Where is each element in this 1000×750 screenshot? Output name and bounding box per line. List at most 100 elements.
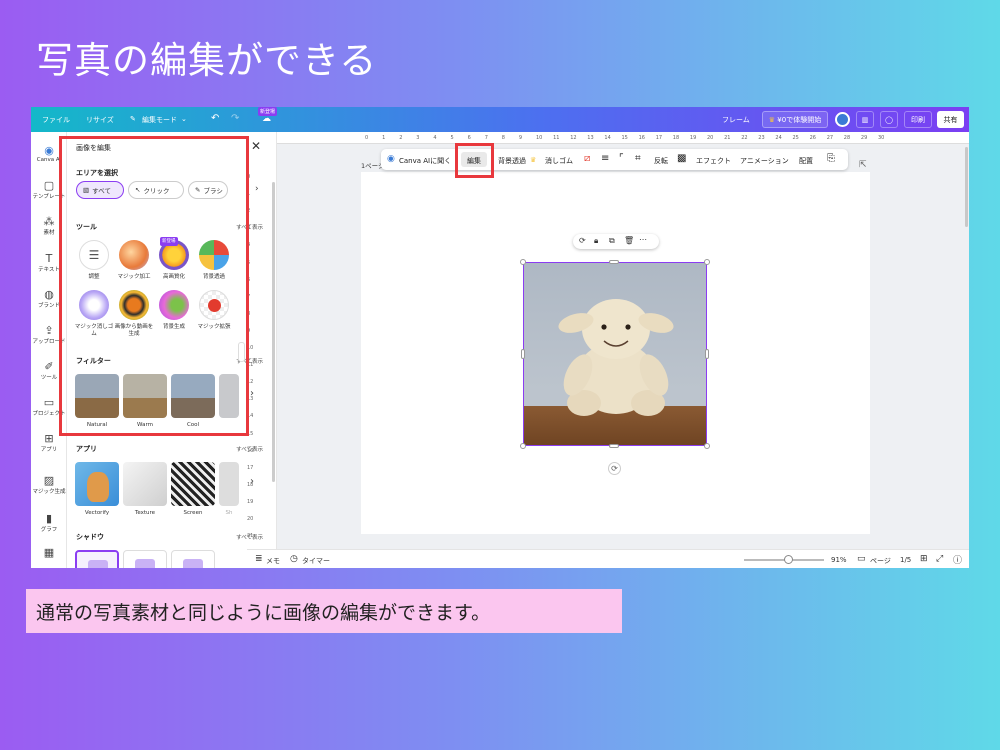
- flip-button[interactable]: 反転: [654, 156, 668, 166]
- element-quick-toolbar: ⟳ 🔒︎ ⧉ 🗑︎ ⋯: [573, 234, 659, 249]
- add-page-icon[interactable]: ⇱: [859, 160, 867, 170]
- color-slash-icon[interactable]: ⧄: [584, 153, 590, 164]
- ruler-tick: 8: [501, 135, 505, 141]
- resize-handle[interactable]: [520, 443, 526, 449]
- bg-remove-button[interactable]: 背景透過: [498, 156, 526, 166]
- app-screen-thumb[interactable]: [171, 462, 215, 506]
- paint-roller-icon[interactable]: ⎘: [827, 153, 835, 164]
- app-texture-thumb[interactable]: [123, 462, 167, 506]
- print-button[interactable]: 印刷: [904, 111, 932, 128]
- app-more-thumb[interactable]: [219, 462, 239, 506]
- fullscreen-icon[interactable]: ⤢: [936, 554, 943, 564]
- selected-image[interactable]: [523, 262, 707, 446]
- ruler-tick: 24: [775, 135, 782, 141]
- grid-view-icon[interactable]: ⊞: [920, 554, 928, 564]
- image-icon: ▨: [43, 474, 55, 487]
- ruler-tick: 18: [672, 135, 680, 141]
- canvas-scrollbar[interactable]: [965, 147, 968, 227]
- crop-icon[interactable]: ⌗: [635, 153, 641, 164]
- redo-icon[interactable]: ↷: [231, 113, 239, 124]
- ruler-tick: 22: [741, 135, 748, 141]
- comment-icon[interactable]: ◯: [880, 111, 898, 128]
- effects-button[interactable]: エフェクト: [696, 156, 731, 166]
- trial-button[interactable]: ♛ ¥0で体験開始: [762, 111, 828, 128]
- transparency-icon[interactable]: ▩: [677, 153, 686, 164]
- help-icon[interactable]: ⓘ: [953, 553, 962, 566]
- crown-icon: ♛: [768, 115, 776, 124]
- notes-icon: ≣: [255, 554, 263, 564]
- ruler-tick: 18: [247, 481, 254, 488]
- duplicate-icon[interactable]: ⧉: [609, 236, 615, 246]
- avatar[interactable]: [835, 112, 850, 127]
- resize-handle[interactable]: [704, 443, 710, 449]
- border-style-icon[interactable]: ≡: [601, 153, 609, 164]
- notes-button[interactable]: メモ: [266, 556, 280, 566]
- shadow-option[interactable]: [123, 550, 167, 568]
- ruler-tick: 12: [570, 135, 577, 141]
- undo-icon[interactable]: ↶: [211, 113, 219, 124]
- slide-title: 写真の編集ができる: [36, 39, 378, 82]
- rail-magic-media[interactable]: ▨ マジック生成: [31, 474, 67, 495]
- panel-scrollbar[interactable]: [272, 182, 275, 482]
- shadow-header: シャドウ: [76, 533, 104, 541]
- shadow-option[interactable]: [75, 550, 119, 568]
- ruler-tick: 28: [843, 135, 851, 141]
- app-label: Texture: [134, 510, 156, 516]
- analytics-icon[interactable]: ▥: [856, 111, 874, 128]
- arrange-button[interactable]: 配置: [799, 156, 813, 166]
- menu-resize[interactable]: リサイズ: [86, 115, 114, 125]
- rail-charts[interactable]: ▮ グラフ: [31, 512, 67, 533]
- resize-handle[interactable]: [521, 349, 525, 359]
- toy-sheep-figure: [558, 299, 674, 416]
- ruler-tick: 3: [416, 135, 420, 141]
- zoom-level[interactable]: 91%: [831, 556, 847, 564]
- chart-icon: ▮: [45, 512, 53, 525]
- more-icon[interactable]: ⋯: [639, 235, 647, 244]
- resize-handle[interactable]: [520, 259, 526, 265]
- ruler-tick: 26: [809, 135, 816, 141]
- ruler-tick: 16: [638, 135, 645, 141]
- animation-button[interactable]: アニメーション: [740, 156, 789, 166]
- zoom-slider-knob[interactable]: [784, 555, 793, 564]
- cloud-sync-icon[interactable]: ☁: [262, 114, 271, 124]
- chevron-down-icon[interactable]: ⌄: [181, 115, 187, 123]
- app-label: Sh: [225, 510, 233, 516]
- page-count[interactable]: 1/5: [900, 556, 911, 564]
- menu-file[interactable]: ファイル: [42, 115, 70, 125]
- highlight-edit-button: [455, 143, 494, 178]
- timer-button[interactable]: タイマー: [302, 556, 330, 566]
- ruler-tick: 23: [758, 135, 765, 141]
- ruler-tick: 6: [467, 135, 471, 141]
- lock-icon[interactable]: 🔒︎: [594, 236, 598, 246]
- ruler-tick: 14: [604, 135, 611, 141]
- resize-handle[interactable]: [609, 260, 619, 264]
- menu-frame[interactable]: フレーム: [722, 115, 750, 125]
- ruler-tick: 13: [587, 135, 594, 141]
- horizontal-ruler: 0 1 2 3 4 5 6 7 8 9 10 11 12 13 14 15 16 17 18 19 20 21 22 23 24…: [277, 132, 969, 144]
- ruler-tick: 20: [247, 516, 254, 522]
- rotate-handle-icon[interactable]: ⟳: [608, 462, 621, 475]
- ruler-tick: 19: [689, 135, 697, 141]
- eraser-button[interactable]: 消しゴム: [545, 156, 573, 166]
- ruler-tick: 9: [518, 135, 523, 141]
- ruler-tick: 25: [792, 135, 799, 141]
- ask-canva-ai-button[interactable]: Canva AIに聞く: [399, 156, 451, 166]
- shadow-option[interactable]: [171, 550, 215, 568]
- resize-handle[interactable]: [609, 444, 619, 448]
- ruler-tick: 0: [365, 135, 369, 141]
- trash-icon[interactable]: 🗑︎: [624, 236, 634, 245]
- share-button[interactable]: 共有: [937, 111, 964, 128]
- menu-edit-mode[interactable]: 編集モード: [142, 115, 177, 125]
- resize-handle[interactable]: [705, 349, 709, 359]
- corner-radius-icon[interactable]: ⌜: [619, 153, 624, 164]
- rotate-icon[interactable]: ⟳: [579, 236, 586, 245]
- pages-button[interactable]: ページ: [870, 556, 891, 566]
- bottom-bar: ≣ メモ ◷ タイマー 91% ▭ ページ 1/5 ⊞ ⤢ ⓘ: [247, 549, 969, 568]
- app-vectorify-thumb[interactable]: [75, 462, 119, 506]
- resize-handle[interactable]: [704, 259, 710, 265]
- rail-more[interactable]: ▦: [31, 546, 67, 559]
- app-label: Vectorify: [84, 510, 110, 516]
- app-label: Screen: [183, 510, 203, 516]
- ruler-tick: 29: [860, 135, 868, 141]
- ruler-tick: 30: [878, 135, 885, 141]
